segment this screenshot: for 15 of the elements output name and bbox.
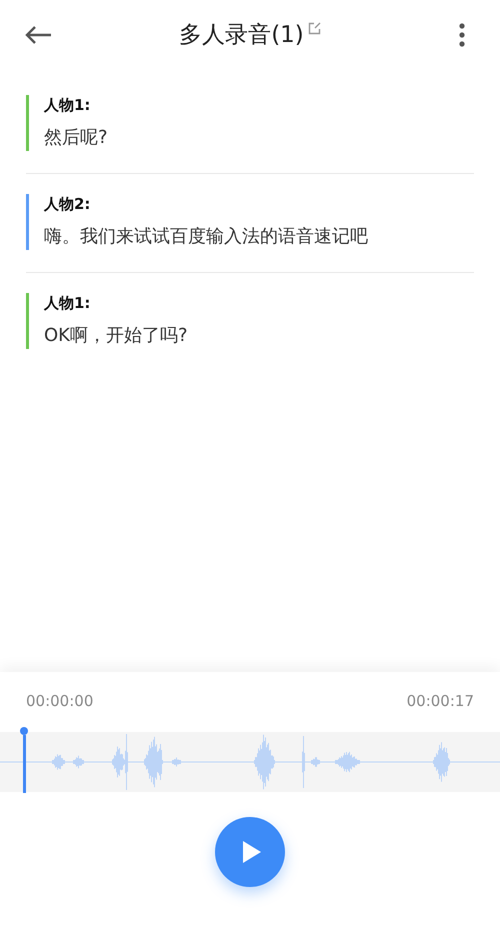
transcript-text: 嗨。我们来试试百度输入法的语音速记吧 [44, 225, 368, 249]
total-time: 00:00:17 [406, 691, 474, 712]
transcript-text: 然后呢? [44, 126, 108, 150]
edit-icon[interactable] [308, 22, 321, 35]
speaker-label: 人物1: [44, 95, 92, 115]
page-title: 多人录音(1) [179, 20, 304, 50]
current-time: 00:00:00 [26, 691, 94, 712]
playhead[interactable] [20, 727, 28, 793]
transcript-text: OK啊，开始了吗? [44, 324, 188, 348]
more-icon [459, 23, 465, 47]
speaker-label: 人物1: [44, 293, 92, 313]
back-arrow-icon [24, 25, 52, 45]
play-button[interactable] [215, 817, 285, 887]
speaker-label: 人物2: [44, 194, 92, 214]
play-icon [242, 840, 262, 864]
